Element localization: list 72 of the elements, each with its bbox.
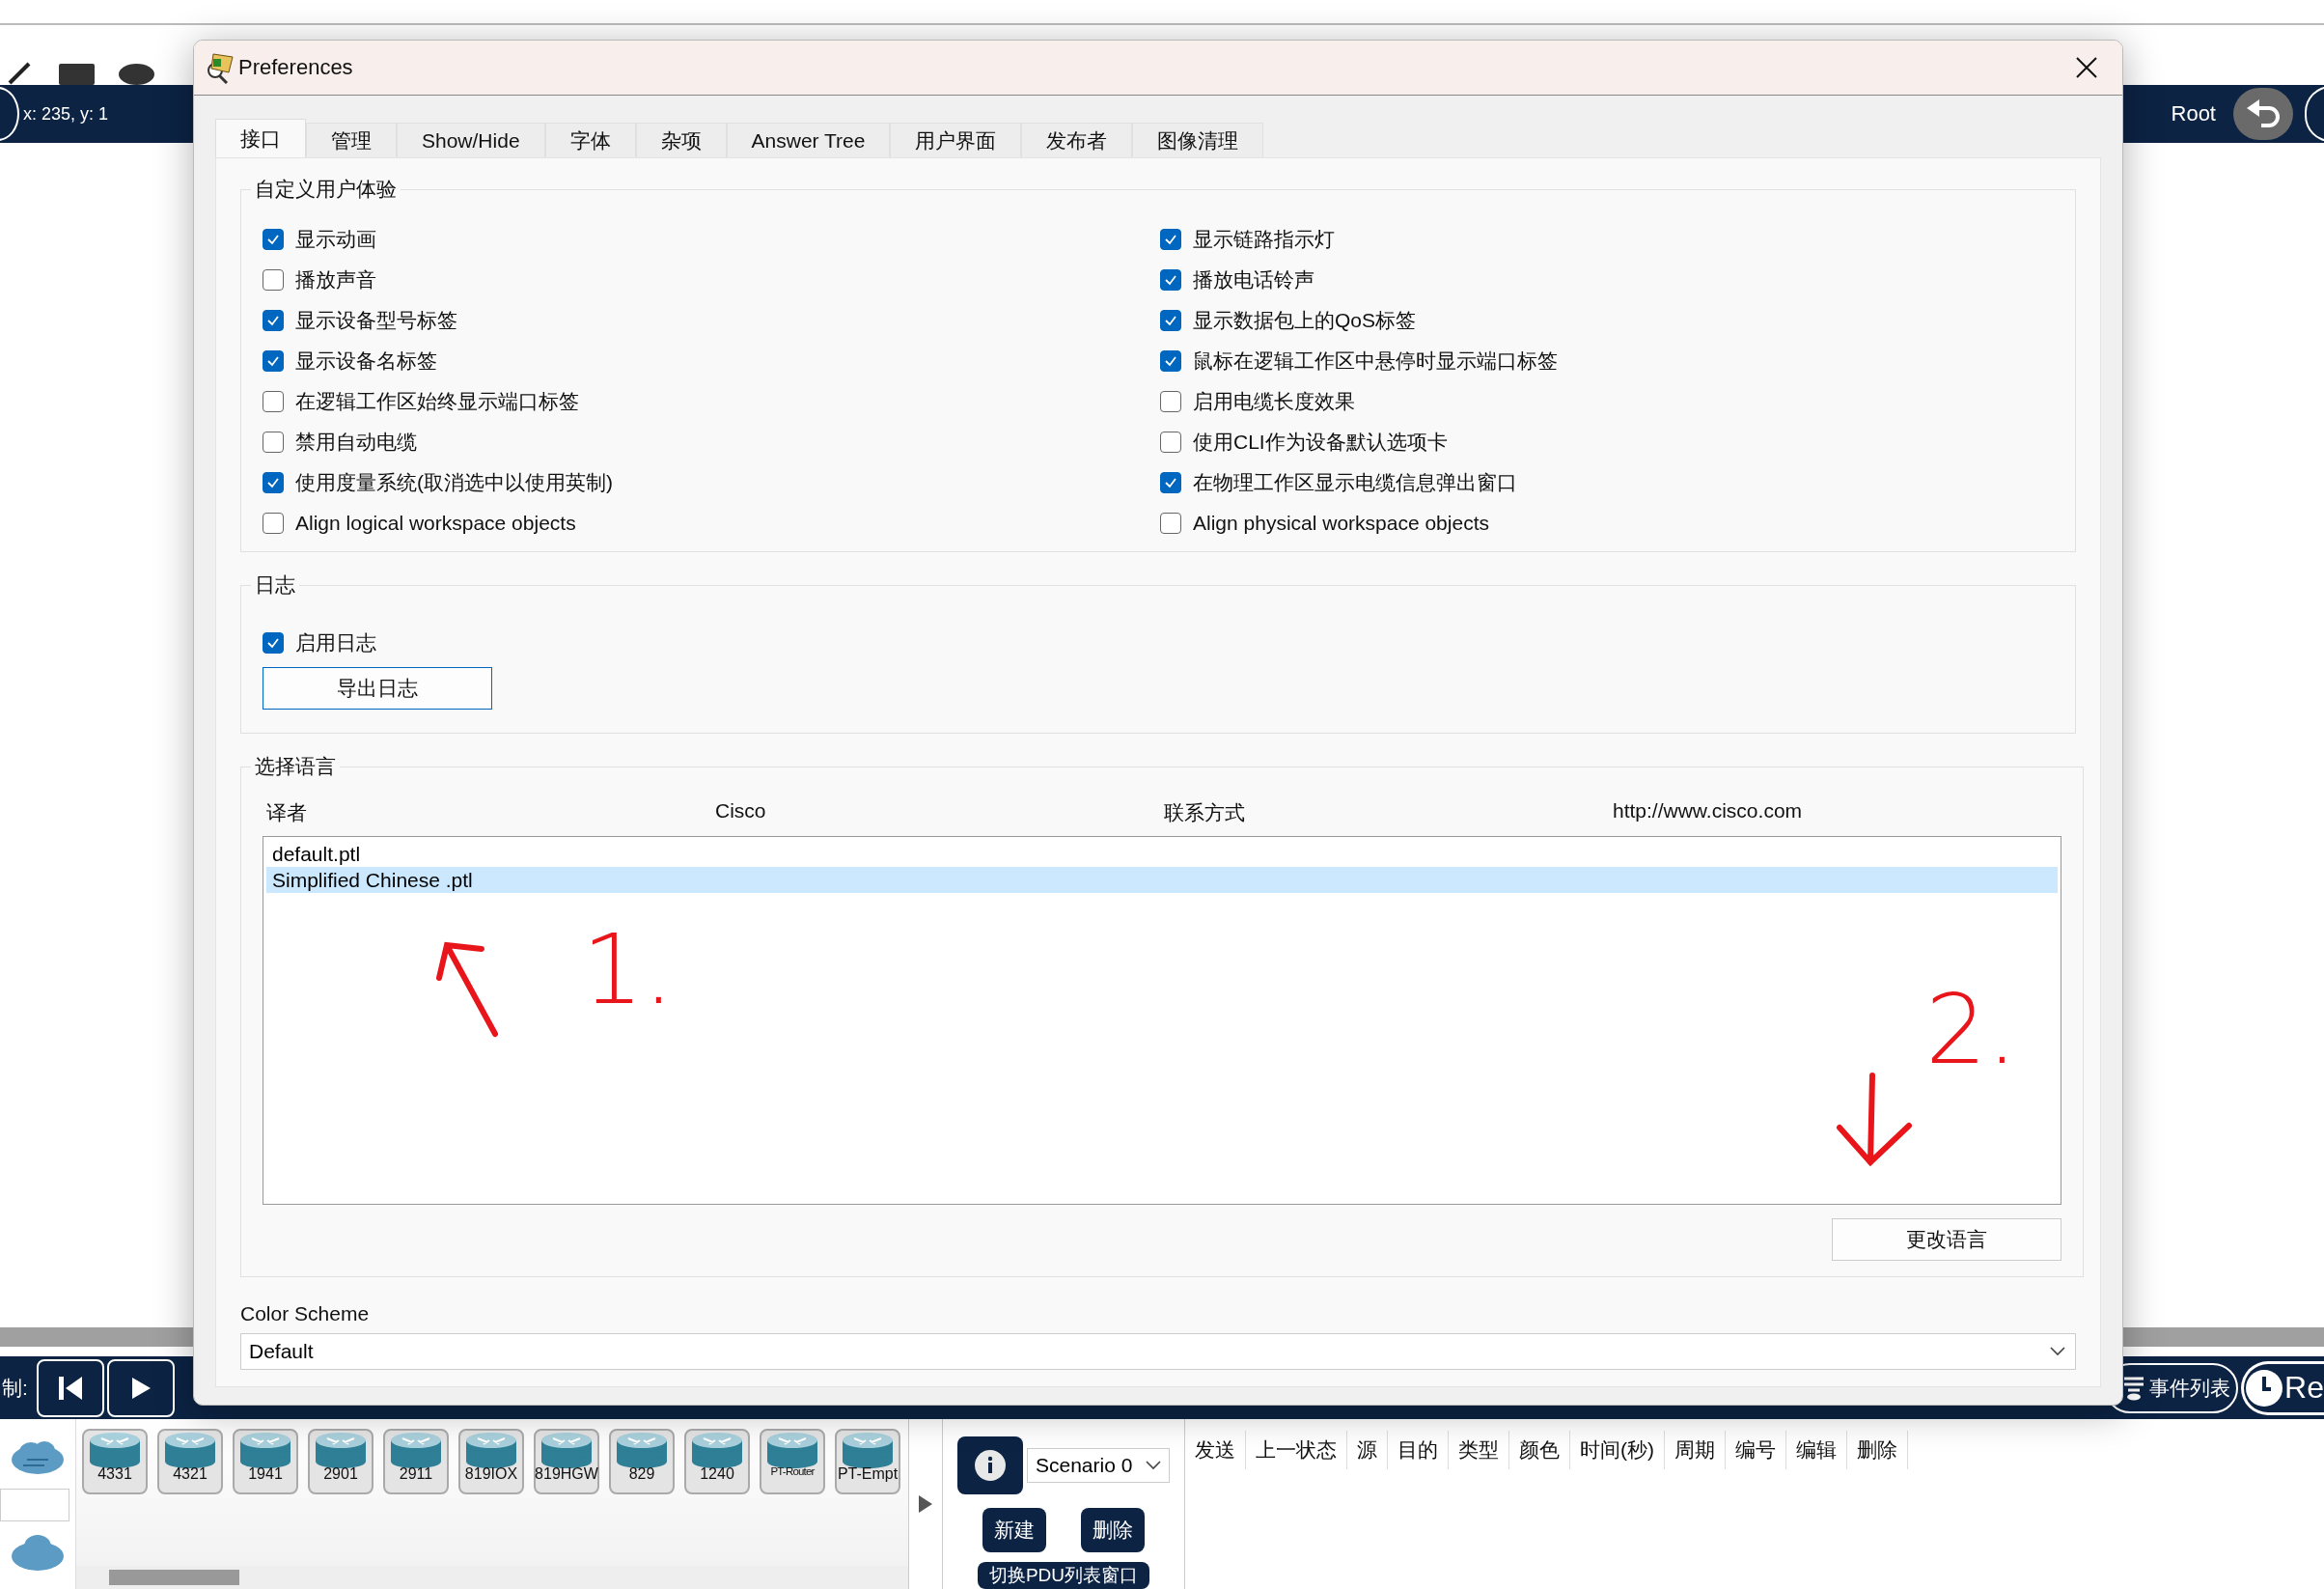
group-title: 自定义用户体验 (254, 177, 398, 202)
info-text: http://www.cisco.com (1613, 799, 1804, 823)
tab[interactable]: 发布者 (1021, 123, 1133, 157)
change-language-button[interactable]: 更改语言 (1832, 1218, 2061, 1261)
group-title: 选择语言 (254, 754, 337, 779)
realtime-button[interactable]: Re (2241, 1360, 2324, 1415)
checkbox-label: 显示数据包上的QoS标签 (1193, 307, 1417, 333)
color-scheme-dropdown[interactable]: Default (240, 1333, 2076, 1370)
device-button[interactable]: 1941 (233, 1429, 298, 1494)
list-item[interactable]: default.ptl (266, 841, 2058, 867)
checkbox-label: 播放电话铃声 (1193, 266, 1314, 293)
checkbox-label: 显示设备型号标签 (295, 307, 457, 333)
list-item[interactable]: Simplified Chinese .ptl (266, 867, 2058, 893)
info-text: 联系方式 (1164, 800, 1246, 825)
tab[interactable]: Answer Tree (726, 123, 891, 157)
column-header: 编辑 (1786, 1431, 1847, 1469)
tab[interactable]: 字体 (544, 123, 636, 157)
column-header: 时间(秒) (1570, 1431, 1665, 1469)
tab[interactable]: 杂项 (635, 123, 727, 157)
device-button[interactable]: 1240 (684, 1429, 750, 1494)
info-text: 译者 (266, 800, 308, 825)
annotation-number: 2. (1925, 982, 2018, 1078)
device-button[interactable]: 4321 (157, 1429, 223, 1494)
annotation-number: 1. (582, 922, 675, 1018)
tab[interactable]: 图像清理 (1132, 123, 1264, 157)
checkbox-label: 使用CLI作为设备默认选项卡 (1193, 429, 1448, 455)
toggle-pdu-list-button[interactable]: 切换PDU列表窗口 (977, 1562, 1150, 1589)
device-button[interactable]: 819IOX (458, 1429, 524, 1494)
checkbox-label: 播放声音 (295, 266, 376, 293)
column-header: 周期 (1665, 1431, 1726, 1469)
column-header: 源 (1347, 1431, 1388, 1469)
device-button[interactable]: PT-Empt (835, 1429, 900, 1494)
tab[interactable]: 接口 (215, 119, 306, 157)
checkbox-label: 在逻辑工作区始终显示端口标签 (295, 388, 579, 414)
checkbox-label: 启用电缆长度效果 (1193, 388, 1355, 414)
delete-button[interactable]: 删除 (1081, 1508, 1145, 1552)
checkbox-label: 显示链路指示灯 (1193, 226, 1335, 252)
device-button[interactable]: 829 (609, 1429, 675, 1494)
checkbox-label: 显示设备名标签 (295, 348, 437, 374)
column-header: 上一状态 (1246, 1431, 1347, 1469)
checkbox-label: 在物理工作区显示电缆信息弹出窗口 (1193, 469, 1517, 495)
device-button[interactable]: 4331 (82, 1429, 148, 1494)
new-button[interactable]: 新建 (982, 1508, 1046, 1552)
column-header: 目的 (1388, 1431, 1449, 1469)
device-button[interactable]: 2911 (383, 1429, 449, 1494)
device-button[interactable]: PT-Router (760, 1429, 825, 1494)
checkbox-label: 使用度量系统(取消选中以使用英制) (295, 469, 613, 495)
device-button[interactable]: 819HGW (534, 1429, 599, 1494)
scenario-dropdown[interactable]: Scenario 0 (1027, 1448, 1170, 1483)
column-header: 颜色 (1509, 1431, 1570, 1469)
checkbox-label: 禁用自动电缆 (295, 429, 417, 455)
window-title: Preferences (238, 55, 354, 80)
tab[interactable]: 用户界面 (890, 123, 1022, 157)
checkbox-label: Align logical workspace objects (295, 511, 576, 535)
control-label: 制: (2, 1375, 28, 1401)
column-header: 编号 (1726, 1431, 1786, 1469)
checkbox-label: 鼠标在逻辑工作区中悬停时显示端口标签 (1193, 348, 1558, 374)
color-scheme-label: Color Scheme (240, 1302, 371, 1325)
column-header: 删除 (1847, 1431, 1908, 1469)
checkbox-label: 启用日志 (295, 629, 376, 655)
tab[interactable]: 管理 (306, 123, 397, 157)
device-button[interactable]: 2901 (308, 1429, 374, 1494)
root-label: Root (2171, 101, 2216, 126)
column-header: 类型 (1449, 1431, 1509, 1469)
checkbox-label: 显示动画 (295, 226, 376, 252)
tab[interactable]: Show/Hide (397, 123, 545, 157)
group-title: 日志 (254, 572, 296, 598)
checkbox-label: Align physical workspace objects (1193, 511, 1489, 535)
coordinates: x: 235, y: 1 (23, 103, 109, 125)
export-log-button[interactable]: 导出日志 (263, 667, 492, 710)
column-header: 发送 (1185, 1431, 1246, 1469)
info-text: Cisco (715, 799, 767, 823)
